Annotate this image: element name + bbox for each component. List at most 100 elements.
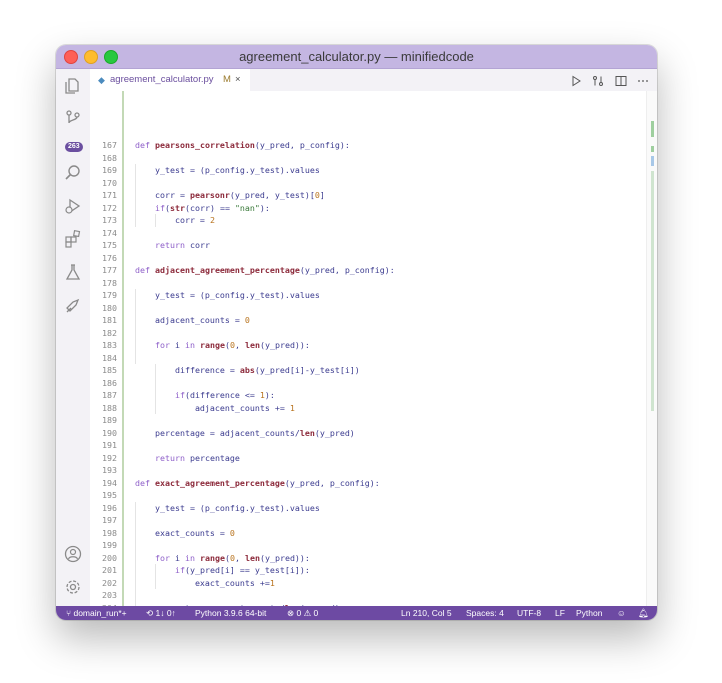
search-icon[interactable]	[64, 164, 82, 182]
notifications-bell-icon[interactable]: 🔔︎	[638, 606, 649, 620]
line-number: 194	[102, 477, 117, 488]
run-debug-icon[interactable]	[64, 197, 82, 215]
indentation[interactable]: Spaces: 4	[466, 606, 504, 620]
code-line[interactable]: 200 for i in range(0, len(y_pred)):	[90, 552, 630, 565]
line-content: exact_counts = 0	[135, 527, 235, 538]
line-content: y_test = (p_config.y_test).values	[135, 290, 320, 300]
file-encoding[interactable]: UTF-8	[517, 606, 541, 620]
code-line[interactable]: 188 adjacent_counts += 1	[90, 402, 630, 415]
code-line[interactable]: 197	[90, 514, 630, 527]
code-line[interactable]: 187 if(difference <= 1):	[90, 389, 630, 402]
problems-count[interactable]: ⊗ 0 ⚠ 0	[287, 606, 318, 620]
editor-actions	[564, 74, 649, 87]
code-line[interactable]: 189	[90, 414, 630, 427]
line-number: 171	[102, 190, 117, 200]
line-number: 189	[102, 415, 117, 425]
split-editor-icon[interactable]	[615, 75, 627, 87]
line-number: 176	[102, 252, 117, 263]
git-branch-label: domain_run*+	[73, 608, 127, 618]
minimap[interactable]	[646, 91, 657, 606]
line-content: y_test = (p_config.y_test).values	[135, 165, 320, 175]
code-line[interactable]: 171 corr = pearsonr(y_pred, y_test)[0]	[90, 189, 630, 202]
sync-status[interactable]: ⟲ 1↓ 0↑	[146, 606, 176, 620]
indent-guide	[155, 564, 156, 589]
line-number: 201	[102, 565, 117, 575]
code-editor[interactable]: 167 def pearsons_correlation(y_pred, p_co…	[90, 91, 657, 606]
code-line[interactable]: 174	[90, 227, 630, 240]
explorer-icon[interactable]	[64, 77, 82, 95]
line-number: 186	[102, 377, 117, 388]
code-line[interactable]: 168	[90, 152, 630, 165]
code-line[interactable]: 169 y_test = (p_config.y_test).values	[90, 164, 630, 177]
code-line[interactable]: 167 def pearsons_correlation(y_pred, p_co…	[90, 139, 630, 152]
code-line[interactable]: 180	[90, 302, 630, 315]
code-line[interactable]: 173 corr = 2	[90, 214, 630, 227]
line-number: 196	[102, 502, 117, 513]
line-content: for i in range(0, len(y_pred)):	[154, 552, 310, 563]
line-number: 174	[102, 227, 117, 238]
line-content: def adjacent_agreement_percentage(y_pred…	[135, 265, 395, 275]
account-icon[interactable]	[64, 545, 82, 563]
code-line[interactable]: 203	[90, 589, 630, 602]
line-number: 184	[102, 352, 117, 363]
remote-rocket-icon[interactable]	[64, 297, 82, 315]
minimap-mark	[651, 171, 654, 411]
code-line[interactable]: 181 adjacent_counts = 0	[90, 314, 630, 327]
line-ending[interactable]: LF	[555, 606, 565, 620]
extensions-icon[interactable]	[64, 230, 82, 248]
feedback-icon[interactable]: ☺	[617, 606, 626, 620]
editor-tab-bar: ◆ agreement_calculator.py M ×	[90, 69, 657, 91]
code-line[interactable]: 201 if(y_pred[i] == y_test[i]):	[90, 564, 630, 577]
language-mode[interactable]: Python	[576, 606, 602, 620]
compare-changes-icon[interactable]	[592, 75, 604, 87]
code-line[interactable]: 198 exact_counts = 0	[90, 527, 630, 540]
code-line[interactable]: 178	[90, 277, 630, 290]
line-content: adjacent_counts = 0	[135, 315, 250, 325]
line-number: 177	[102, 265, 117, 275]
code-line[interactable]: 184	[90, 352, 630, 365]
code-line[interactable]: 199	[90, 539, 630, 552]
code-line[interactable]: 177 def adjacent_agreement_percentage(y_p…	[90, 264, 630, 277]
source-control-icon[interactable]	[64, 109, 82, 127]
line-number: 192	[102, 452, 117, 463]
code-line[interactable]: 175 return corr	[90, 239, 630, 252]
run-file-icon[interactable]	[570, 75, 582, 87]
git-branch[interactable]: ⑂ domain_run*+	[66, 606, 127, 620]
code-line[interactable]: 195	[90, 489, 630, 502]
code-line[interactable]: 194 def exact_agreement_percentage(y_pred…	[90, 477, 630, 490]
close-tab-icon[interactable]: ×	[235, 69, 241, 91]
code-line[interactable]: 202 exact_counts +=1	[90, 577, 630, 590]
code-line[interactable]: 186	[90, 377, 630, 390]
line-content: percentage = adjacent_counts/len(y_pred)	[135, 427, 355, 438]
code-line[interactable]: 176	[90, 252, 630, 265]
line-number: 200	[102, 552, 117, 563]
line-number: 172	[102, 202, 117, 213]
code-line[interactable]: 182	[90, 327, 630, 340]
code-line[interactable]: 193	[90, 464, 630, 477]
code-line[interactable]: 185 difference = abs(y_pred[i]-y_test[i]…	[90, 364, 630, 377]
line-content: if(str(corr) == "nan"):	[154, 202, 270, 213]
code-line[interactable]: 172 if(str(corr) == "nan"):	[90, 202, 630, 215]
code-line[interactable]: 183 for i in range(0, len(y_pred)):	[90, 339, 630, 352]
line-number: 179	[102, 290, 117, 300]
code-line[interactable]: 170	[90, 177, 630, 190]
status-bar: ⑂ domain_run*+ ⟲ 1↓ 0↑ Python 3.9.6 64-b…	[56, 606, 657, 620]
line-number: 175	[102, 240, 117, 250]
python-file-icon: ◆	[98, 75, 105, 85]
line-number: 195	[102, 490, 117, 500]
code-line[interactable]: 179 y_test = (p_config.y_test).values	[90, 289, 630, 302]
tab-agreement-calculator[interactable]: ◆ agreement_calculator.py M ×	[90, 69, 250, 91]
python-interpreter[interactable]: Python 3.9.6 64-bit	[195, 606, 266, 620]
code-line[interactable]: 191	[90, 439, 630, 452]
code-line[interactable]: 192 return percentage	[90, 452, 630, 465]
line-content: adjacent_counts += 1	[135, 402, 295, 413]
more-actions-icon[interactable]	[637, 75, 649, 87]
settings-gear-icon[interactable]	[64, 578, 82, 596]
code-line[interactable]: 190 percentage = adjacent_counts/len(y_p…	[90, 427, 630, 440]
minimap-mark	[651, 121, 654, 137]
line-number: 182	[102, 327, 117, 338]
testing-flask-icon[interactable]	[64, 263, 82, 281]
code-line[interactable]: 196 y_test = (p_config.y_test).values	[90, 502, 630, 515]
line-content: def pearsons_correlation(y_pred, p_confi…	[135, 140, 350, 150]
cursor-position[interactable]: Ln 210, Col 5	[401, 606, 452, 620]
